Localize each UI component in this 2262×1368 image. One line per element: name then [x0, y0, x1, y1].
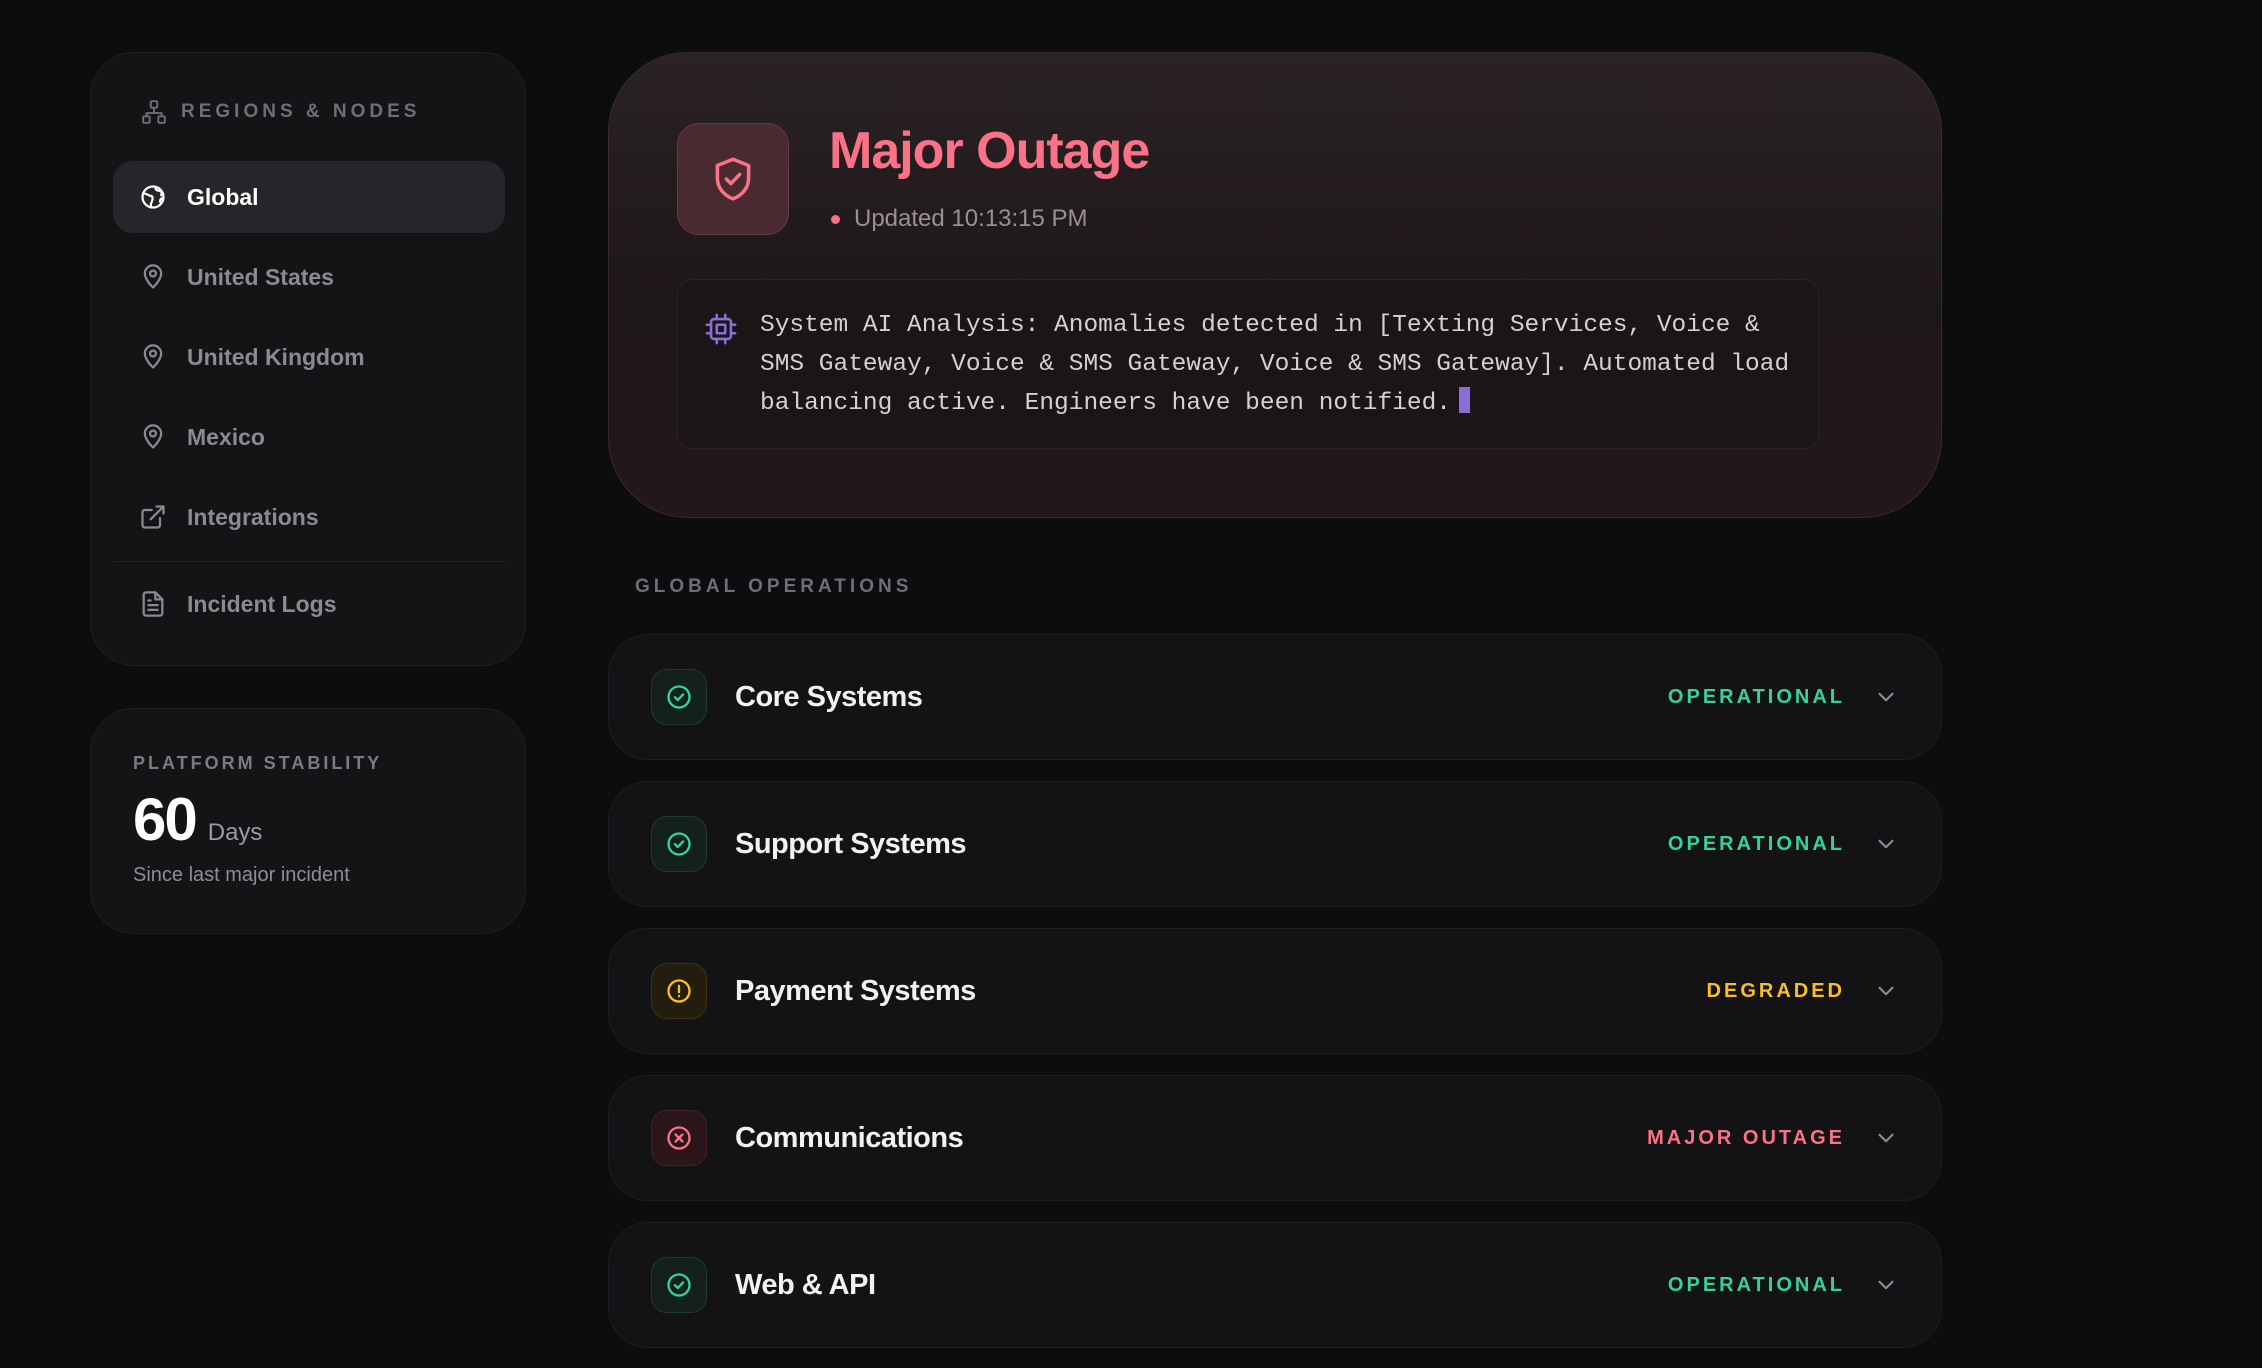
status-dot: [831, 214, 840, 224]
service-row-communications[interactable]: Communications MAJOR OUTAGE: [608, 1075, 1942, 1201]
status-badge: OPERATIONAL: [1667, 832, 1845, 855]
service-name: Core Systems: [735, 680, 923, 713]
external-link-icon: [141, 505, 165, 529]
map-pin-icon: [143, 344, 163, 369]
service-row-web-api[interactable]: Web & API OPERATIONAL: [608, 1222, 1942, 1348]
operations-list: Core Systems OPERATIONAL Support Systems…: [608, 634, 1942, 1368]
status-icon-box: [651, 669, 707, 725]
service-row-payment-systems[interactable]: Payment Systems DEGRADED: [608, 928, 1942, 1054]
sidebar-item-label: Integrations: [187, 503, 319, 530]
sidebar-item-label: Incident Logs: [187, 590, 337, 617]
network-icon: [142, 100, 166, 124]
globe-icon: [141, 185, 165, 209]
sidebar-item-united-kingdom[interactable]: United Kingdom: [113, 321, 505, 393]
regions-nav: REGIONS & NODES Global United States Uni…: [90, 52, 526, 666]
sidebar-item-incident-logs[interactable]: Incident Logs: [113, 568, 505, 640]
check-circle-icon: [667, 832, 691, 856]
sidebar-item-label: Global: [187, 183, 259, 210]
check-circle-icon: [667, 1273, 691, 1297]
status-icon-box: [651, 963, 707, 1019]
nav-heading-text: REGIONS & NODES: [181, 101, 421, 122]
service-row-core-systems[interactable]: Core Systems OPERATIONAL: [608, 634, 1942, 760]
status-icon-box: [651, 1110, 707, 1166]
status-badge: DEGRADED: [1706, 979, 1845, 1002]
map-pin-icon: [143, 264, 163, 289]
service-name: Web & API: [735, 1268, 876, 1301]
ai-analysis-box: System AI Analysis: Anomalies detected i…: [677, 279, 1819, 449]
last-updated-text: Updated 10:13:15 PM: [854, 205, 1088, 232]
status-badge: OPERATIONAL: [1667, 1273, 1845, 1296]
chevron-down-icon[interactable]: [1873, 978, 1899, 1004]
status-shield: [677, 123, 789, 235]
stability-title: PLATFORM STABILITY: [133, 753, 383, 773]
alert-circle-icon: [667, 979, 691, 1003]
chevron-down-icon[interactable]: [1873, 684, 1899, 710]
file-text-icon: [142, 591, 164, 617]
platform-stability-card: PLATFORM STABILITY 60 Days Since last ma…: [90, 708, 526, 934]
status-icon-box: [651, 816, 707, 872]
stability-subtitle: Since last major incident: [133, 864, 350, 886]
status-badge: MAJOR OUTAGE: [1647, 1126, 1845, 1149]
shield-check-icon: [715, 157, 751, 201]
service-name: Payment Systems: [735, 974, 976, 1007]
chevron-down-icon[interactable]: [1873, 1125, 1899, 1151]
sidebar-item-united-states[interactable]: United States: [113, 241, 505, 313]
x-circle-icon: [667, 1126, 691, 1150]
sidebar-item-label: United States: [187, 263, 334, 290]
stability-value-row: 60 Days: [133, 790, 483, 850]
last-updated: Updated 10:13:15 PM: [831, 205, 1088, 233]
stability-unit: Days: [207, 819, 263, 846]
status-page: REGIONS & NODES Global United States Uni…: [0, 0, 2262, 1368]
ai-analysis-text: System AI Analysis: Anomalies detected i…: [760, 312, 1790, 417]
sidebar-item-label: United Kingdom: [187, 343, 365, 370]
nav-list: Global United States United Kingdom Mexi…: [113, 161, 505, 648]
sidebar-item-global[interactable]: Global: [113, 161, 505, 233]
page-title: Major Outage: [829, 122, 1150, 180]
typing-cursor: [1459, 387, 1471, 413]
service-name: Communications: [735, 1121, 964, 1154]
operations-section-label: GLOBAL OPERATIONS: [635, 576, 913, 597]
cpu-chip-icon: [705, 313, 737, 345]
nav-divider: [113, 561, 505, 562]
stability-days-value: 60: [133, 786, 198, 853]
status-icon-box: [651, 1257, 707, 1313]
map-pin-icon: [143, 424, 163, 449]
chevron-down-icon[interactable]: [1873, 831, 1899, 857]
overall-status-card: Major Outage Updated 10:13:15 PM System …: [608, 52, 1942, 518]
sidebar-item-mexico[interactable]: Mexico: [113, 401, 505, 473]
check-circle-icon: [667, 685, 691, 709]
status-badge: OPERATIONAL: [1667, 685, 1845, 708]
service-row-support-systems[interactable]: Support Systems OPERATIONAL: [608, 781, 1942, 907]
sidebar-item-label: Mexico: [187, 423, 265, 450]
service-name: Support Systems: [735, 827, 966, 860]
nav-heading: REGIONS & NODES: [141, 99, 420, 125]
chevron-down-icon[interactable]: [1873, 1272, 1899, 1298]
sidebar-item-integrations[interactable]: Integrations: [113, 481, 505, 553]
